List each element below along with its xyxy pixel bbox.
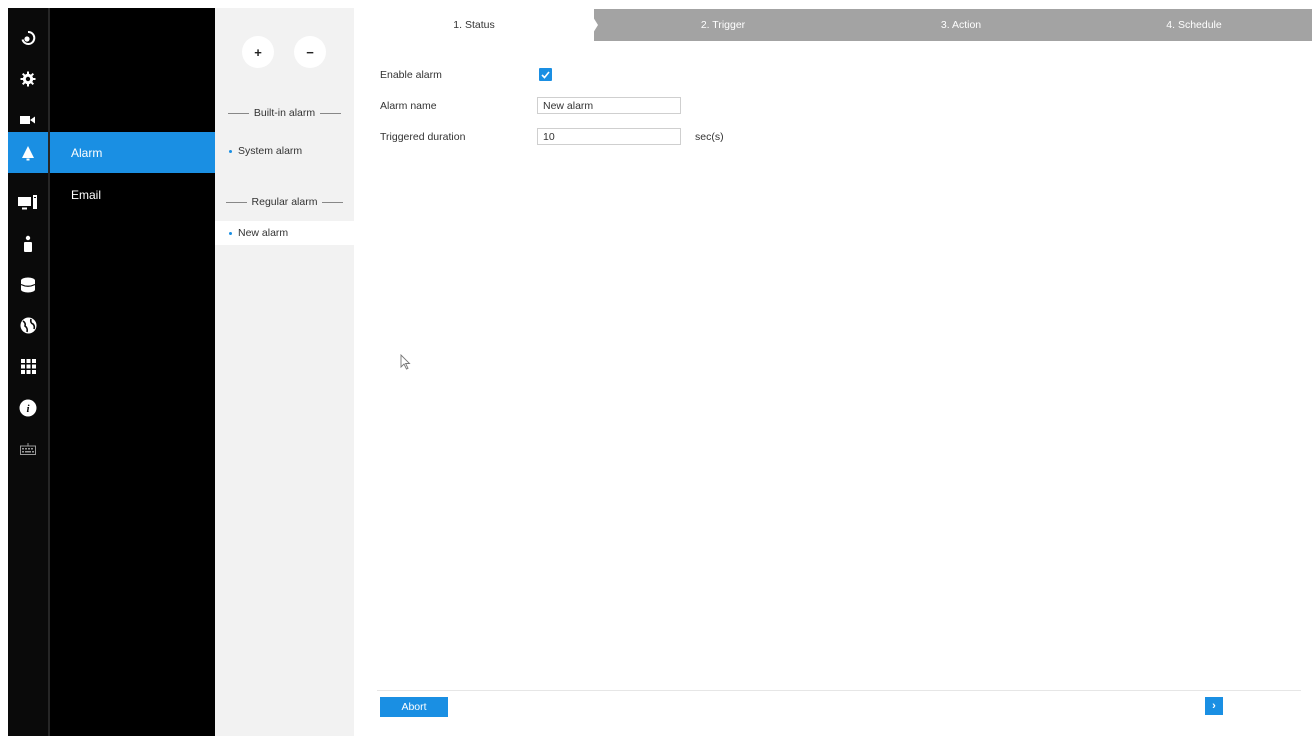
submenu-item-alarm[interactable]: Alarm (50, 132, 215, 173)
step-trigger[interactable]: 2. Trigger (600, 9, 846, 41)
submenu-item-label: Alarm (71, 145, 103, 160)
enable-alarm-label: Enable alarm (380, 69, 442, 81)
enable-alarm-checkbox[interactable] (539, 68, 552, 81)
icon-rail: i (8, 8, 48, 736)
minus-icon: − (306, 44, 314, 60)
alarm-submenu: Alarm Email (50, 8, 215, 736)
list-item-label: New alarm (238, 227, 289, 239)
step-label: 2. Trigger (700, 19, 746, 31)
step-action[interactable]: 3. Action (846, 9, 1076, 41)
next-step-button[interactable]: › (1205, 697, 1223, 715)
bell-icon[interactable] (8, 132, 48, 173)
keyboard-icon[interactable] (8, 428, 48, 469)
ptz-camera-icon[interactable] (8, 17, 48, 58)
step-schedule[interactable]: 4. Schedule (1076, 9, 1312, 41)
list-item-system-alarm[interactable]: System alarm (215, 139, 354, 163)
step-status[interactable]: 1. Status (354, 9, 594, 41)
triggered-duration-label: Triggered duration (380, 131, 466, 143)
alarm-list-panel: + − Built-in alarm System alarm Regular … (215, 8, 354, 736)
alarm-name-input[interactable] (537, 97, 681, 114)
plus-icon: + (254, 44, 262, 60)
list-item-label: System alarm (238, 145, 303, 157)
triggered-duration-input[interactable] (537, 128, 681, 145)
bullet-icon (229, 231, 232, 235)
info-icon[interactable]: i (8, 387, 48, 428)
chevron-right-icon: › (1212, 700, 1216, 712)
step-label: 3. Action (940, 19, 982, 31)
step-arrow-icon (588, 9, 598, 41)
list-item-new-alarm[interactable]: New alarm (215, 221, 354, 245)
step-label: 4. Schedule (1166, 19, 1222, 31)
submenu-item-label: Email (71, 187, 102, 202)
builtin-alarm-header: Built-in alarm (215, 106, 354, 120)
checkmark-icon (541, 70, 550, 79)
alarm-name-label: Alarm name (380, 100, 437, 112)
step-label: 1. Status (453, 19, 495, 31)
mouse-cursor-icon (400, 354, 411, 370)
remove-alarm-button[interactable]: − (294, 36, 326, 68)
database-icon[interactable] (8, 264, 48, 305)
submenu-item-email[interactable]: Email (50, 174, 215, 215)
bullet-icon (229, 149, 232, 153)
apps-grid-icon[interactable] (8, 346, 48, 387)
duration-unit-label: sec(s) (695, 131, 724, 143)
abort-button-label: Abort (401, 701, 427, 713)
footer-divider (377, 690, 1301, 691)
abort-button[interactable]: Abort (380, 697, 448, 717)
monitor-icon[interactable] (8, 182, 48, 223)
add-alarm-button[interactable]: + (242, 36, 274, 68)
regular-alarm-header: Regular alarm (215, 195, 354, 209)
person-icon[interactable] (8, 223, 48, 264)
gear-icon[interactable] (8, 58, 48, 99)
globe-icon[interactable] (8, 305, 48, 346)
